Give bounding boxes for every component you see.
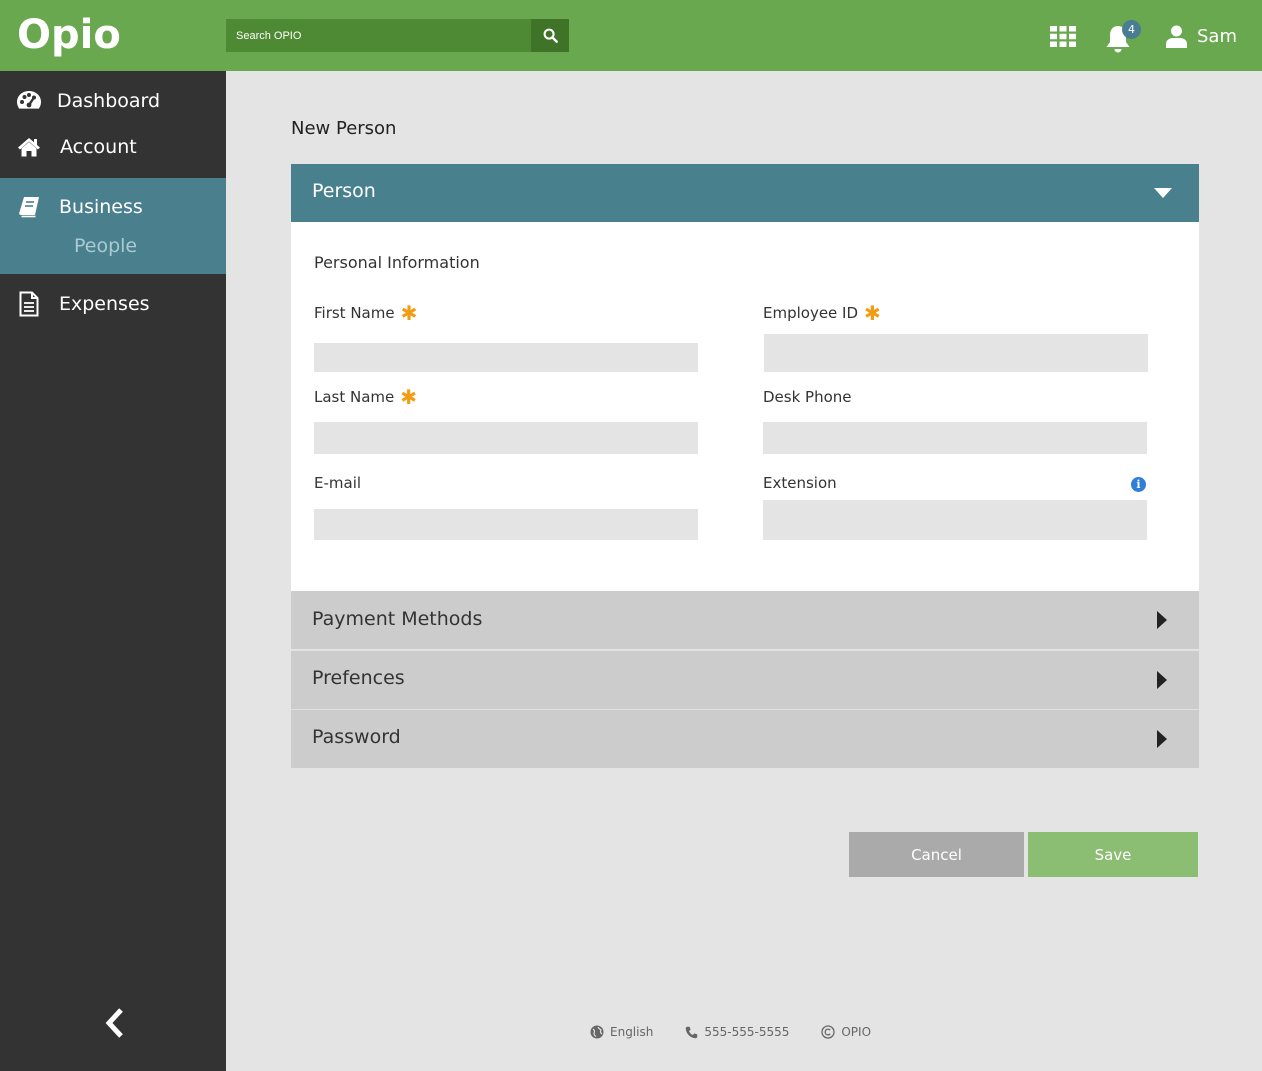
palette-icon — [16, 89, 42, 113]
footer-brand-label: OPIO — [841, 1025, 872, 1039]
footer-copyright: OPIO — [821, 1025, 871, 1039]
footer-language[interactable]: English — [590, 1025, 653, 1039]
phone-icon — [686, 1026, 698, 1038]
document-icon — [16, 291, 42, 317]
sidebar-item-label: Expenses — [59, 293, 150, 315]
page-title: New Person — [291, 118, 397, 139]
footer-phone-label: 555-555-5555 — [704, 1025, 790, 1039]
person-panel-header[interactable]: Person — [291, 164, 1199, 222]
email-label-text: E-mail — [314, 474, 362, 492]
section-title: Personal Information — [314, 253, 480, 272]
sidebar-item-business[interactable]: Business — [0, 194, 226, 220]
accordion-label: Password — [312, 726, 401, 748]
search-icon — [543, 28, 558, 43]
notification-badge: 4 — [1122, 20, 1141, 39]
sidebar-item-account[interactable]: Account — [0, 134, 226, 160]
employee-id-label: Employee ID ✱ — [763, 301, 881, 325]
extension-field[interactable] — [763, 500, 1147, 540]
globe-icon — [590, 1025, 604, 1039]
extension-label-text: Extension — [763, 474, 837, 492]
sidebar-subitem-people[interactable]: People — [74, 235, 137, 257]
last-name-label-text: Last Name — [314, 388, 395, 406]
desk-phone-label: Desk Phone — [763, 388, 852, 406]
person-panel-body: Personal Information First Name ✱ Last N… — [291, 222, 1199, 591]
cancel-button[interactable]: Cancel — [849, 832, 1024, 877]
chevron-left-icon — [105, 1008, 123, 1038]
footer-phone[interactable]: 555-555-5555 — [685, 1025, 789, 1039]
email-label: E-mail — [314, 474, 361, 492]
first-name-label-text: First Name — [314, 304, 395, 322]
sidebar-item-label: Account — [60, 136, 137, 158]
notifications-button[interactable]: 4 — [1104, 20, 1144, 54]
info-icon[interactable]: i — [1131, 477, 1146, 492]
employee-id-field[interactable] — [764, 334, 1148, 372]
save-button[interactable]: Save — [1028, 832, 1198, 877]
accordion-payment-methods[interactable]: Payment Methods — [291, 591, 1199, 649]
user-icon — [1166, 25, 1187, 48]
book-icon — [16, 195, 42, 219]
accordion-label: Prefences — [312, 667, 405, 689]
extension-label: Extension — [763, 474, 837, 492]
required-asterisk-icon: ✱ — [400, 301, 418, 325]
apps-grid-icon[interactable] — [1050, 26, 1076, 47]
accordion-label: Payment Methods — [312, 608, 483, 630]
search-bar — [226, 19, 569, 52]
desk-phone-field[interactable] — [763, 422, 1147, 454]
collapse-sidebar-button[interactable] — [100, 1006, 130, 1040]
accordion-preferences[interactable]: Prefences — [291, 651, 1199, 709]
search-button[interactable] — [531, 19, 569, 52]
copyright-icon — [821, 1025, 836, 1039]
footer-language-label: English — [610, 1025, 654, 1039]
last-name-label: Last Name ✱ — [314, 385, 418, 409]
opio-logo[interactable]: Opio — [17, 10, 121, 60]
search-input[interactable] — [226, 19, 531, 52]
employee-id-label-text: Employee ID — [763, 304, 859, 322]
first-name-field[interactable] — [314, 343, 698, 372]
footer: English 555-555-5555 OPIO — [590, 1025, 903, 1039]
top-header: Opio 4 Sam — [0, 0, 1262, 71]
email-field[interactable] — [314, 509, 698, 540]
panel-title: Person — [312, 180, 376, 202]
user-menu[interactable]: Sam — [1166, 22, 1237, 50]
home-icon — [16, 135, 42, 159]
accordion-password[interactable]: Password — [291, 710, 1199, 768]
sidebar-item-label: Business — [59, 196, 143, 218]
first-name-label: First Name ✱ — [314, 301, 418, 325]
sidebar-item-label: Dashboard — [57, 90, 161, 112]
required-asterisk-icon: ✱ — [400, 385, 418, 409]
user-name: Sam — [1197, 25, 1237, 47]
caret-right-icon — [1157, 611, 1167, 629]
sidebar: Dashboard Account Business People Expens… — [0, 71, 226, 1071]
sidebar-item-dashboard[interactable]: Dashboard — [0, 88, 226, 114]
sidebar-item-expenses[interactable]: Expenses — [0, 290, 226, 318]
caret-right-icon — [1157, 730, 1167, 748]
active-section-highlight — [0, 178, 226, 274]
caret-down-icon — [1154, 188, 1172, 198]
desk-phone-label-text: Desk Phone — [763, 388, 852, 406]
required-asterisk-icon: ✱ — [864, 301, 881, 325]
caret-right-icon — [1157, 671, 1167, 689]
last-name-field[interactable] — [314, 422, 698, 454]
